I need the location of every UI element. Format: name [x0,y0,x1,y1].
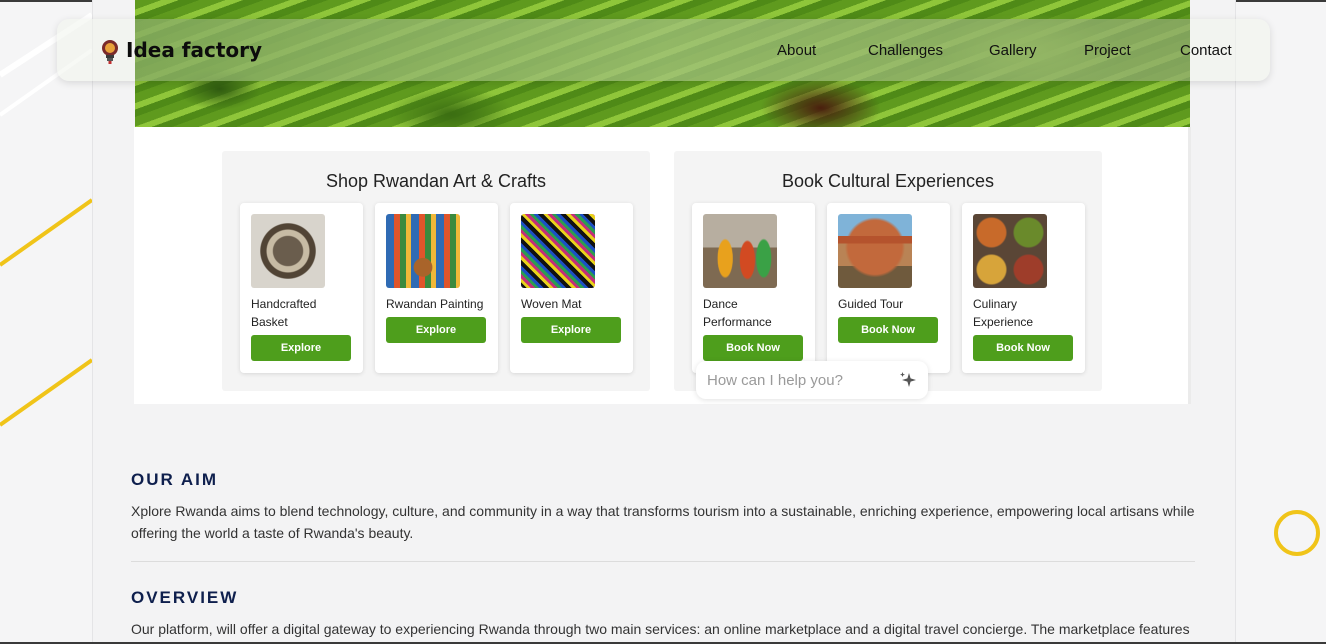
navbar: Idea factory About Challenges Gallery Pr… [57,19,1270,81]
sparkle-icon[interactable] [899,371,917,389]
painting-image [386,214,460,288]
book-now-button[interactable]: Book Now [838,317,938,343]
experience-card: Culinary Experience Book Now [962,203,1085,373]
food-image [973,214,1047,288]
overview-text: Our platform, will offer a digital gatew… [131,621,1190,637]
nav-about[interactable]: About [777,42,816,59]
product-name: Rwandan Painting [386,297,484,311]
experiences-panel: Book Cultural Experiences Dance Performa… [674,151,1102,391]
chat-input[interactable] [707,370,897,390]
marketplace-preview: Shop Rwandan Art & Crafts Handcrafted Ba… [134,127,1191,404]
product-card: Woven Mat Explore [510,203,633,373]
product-name: Woven Mat [521,297,582,311]
product-card: Handcrafted Basket Explore [240,203,363,373]
lightbulb-icon [102,40,118,64]
experience-card: Guided Tour Book Now [827,203,950,373]
shop-title: Shop Rwandan Art & Crafts [325,171,547,191]
tour-image [838,214,912,288]
book-now-button[interactable]: Book Now [973,335,1073,361]
brand-name[interactable]: Idea factory [126,38,262,62]
experience-name: Guided Tour [838,297,904,311]
basket-image [251,214,325,288]
nav-gallery[interactable]: Gallery [989,42,1037,59]
dance-image [703,214,777,288]
explore-button[interactable]: Explore [251,335,351,361]
experience-card: Dance Performance Book Now [692,203,815,373]
explore-button[interactable]: Explore [521,317,621,343]
mat-image [521,214,595,288]
nav-project[interactable]: Project [1084,42,1131,59]
shop-panel: Shop Rwandan Art & Crafts Handcrafted Ba… [222,151,650,391]
aim-text: Xplore Rwanda aims to blend technology, … [131,503,1195,541]
chat-widget [696,361,928,399]
nav-contact[interactable]: Contact [1180,42,1232,59]
experiences-title: Book Cultural Experiences [781,171,995,191]
section-divider [131,561,1195,562]
experience-name: Dance Performance [703,297,772,329]
overview-heading: OVERVIEW [131,588,239,607]
product-card: Rwandan Painting Explore [375,203,498,373]
experience-name: Culinary Experience [973,297,1034,329]
nav-challenges[interactable]: Challenges [868,42,943,59]
explore-button[interactable]: Explore [386,317,486,343]
product-name: Handcrafted Basket [251,297,317,329]
aim-heading: OUR AIM [131,470,219,489]
book-now-button[interactable]: Book Now [703,335,803,361]
